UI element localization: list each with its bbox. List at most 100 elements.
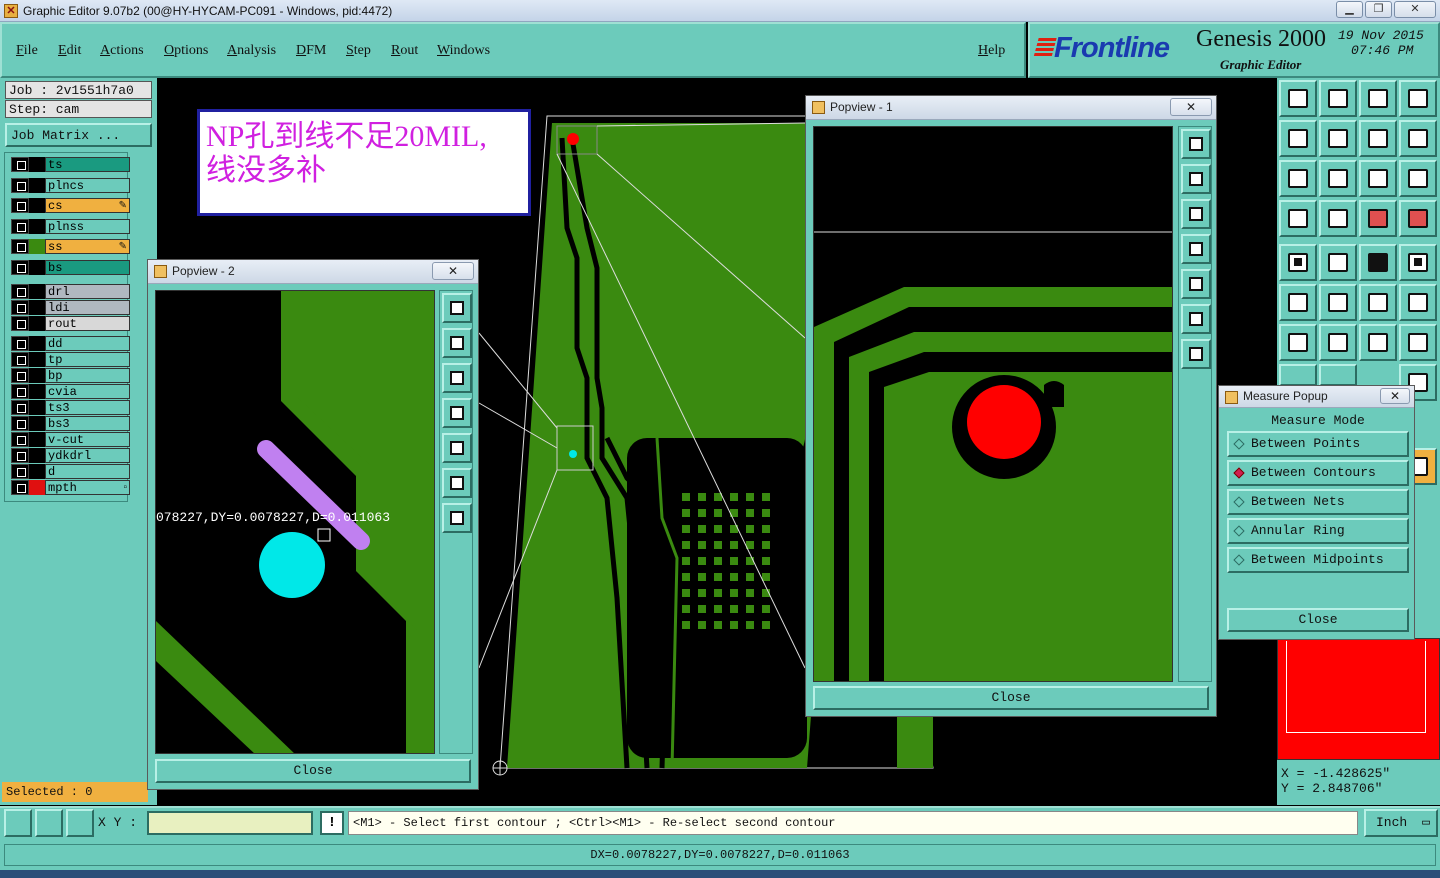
tool-circle-icon[interactable] (1399, 244, 1437, 281)
tool-pad-icon[interactable] (1279, 244, 1317, 281)
tool-scale-icon[interactable] (1359, 160, 1397, 197)
layer-row-bs3[interactable]: bs3 (11, 416, 130, 431)
layer-row-rout[interactable]: rout (11, 316, 130, 331)
pv2-pan-left-icon[interactable] (442, 398, 472, 428)
layer-color-swatch[interactable] (29, 384, 45, 399)
layer-color-swatch[interactable] (29, 448, 45, 463)
layer-row-ldi[interactable]: ldi (11, 300, 130, 315)
popview-1-canvas[interactable] (813, 126, 1173, 682)
layer-checkbox[interactable] (11, 239, 29, 254)
layer-color-swatch[interactable] (29, 218, 45, 234)
layer-color-swatch[interactable] (29, 464, 45, 479)
measure-option-between-nets[interactable]: Between Nets (1227, 489, 1409, 515)
popview-2-canvas[interactable]: 078227,DY=0.0078227,D=0.011063 (155, 290, 435, 754)
menu-edit[interactable]: Edit (58, 43, 81, 59)
layer-checkbox[interactable] (11, 464, 29, 479)
layer-color-swatch[interactable] (29, 316, 45, 331)
layer-checkbox[interactable] (11, 157, 29, 172)
status-tool-2-icon[interactable] (35, 809, 63, 837)
layer-row-d[interactable]: d (11, 464, 130, 479)
xy-input[interactable] (147, 811, 313, 835)
layer-color-swatch[interactable] (29, 177, 45, 193)
layer-color-swatch[interactable] (29, 259, 45, 275)
tool-swap-icon[interactable] (1399, 120, 1437, 157)
measure-option-between-midpoints[interactable]: Between Midpoints (1227, 547, 1409, 573)
layer-checkbox[interactable] (11, 480, 29, 495)
layer-row-plncs[interactable]: plncs (11, 177, 130, 193)
pv2-zoom-in-icon[interactable] (442, 468, 472, 498)
popview-2-close-x[interactable]: ✕ (432, 262, 474, 280)
maximize-button[interactable]: ❐ (1365, 1, 1392, 18)
layer-row-dd[interactable]: dd (11, 336, 130, 351)
layer-checkbox[interactable] (11, 368, 29, 383)
pv1-pan-right-icon[interactable] (1181, 269, 1211, 299)
measure-option-between-points[interactable]: Between Points (1227, 431, 1409, 457)
menu-dfm[interactable]: DFM (296, 43, 326, 59)
layer-checkbox[interactable] (11, 336, 29, 351)
tool-partial-2-icon[interactable] (1319, 364, 1357, 386)
tool-window-icon[interactable] (1279, 80, 1317, 117)
tool-line-icon[interactable] (1319, 324, 1357, 361)
layer-checkbox[interactable] (11, 432, 29, 447)
pv2-pan-up-icon[interactable] (442, 328, 472, 358)
layer-color-swatch[interactable] (29, 352, 45, 367)
tool-key-icon[interactable] (1319, 200, 1357, 237)
layer-row-cs[interactable]: cs ✎ (11, 198, 130, 213)
status-tool-3-icon[interactable] (66, 809, 94, 837)
pv2-pan-down-icon[interactable] (442, 363, 472, 393)
layer-checkbox[interactable] (11, 448, 29, 463)
tool-center-icon[interactable] (1319, 160, 1357, 197)
layer-row-cvia[interactable]: cvia (11, 384, 130, 399)
tool-mirror-icon[interactable] (1359, 120, 1397, 157)
pv2-pan-right-icon[interactable] (442, 433, 472, 463)
popview-2-close-button[interactable]: Close (155, 759, 471, 783)
status-tool-1-icon[interactable] (4, 809, 32, 837)
layer-checkbox[interactable] (11, 384, 29, 399)
menu-analysis[interactable]: Analysis (227, 43, 276, 59)
layer-row-ts[interactable]: ts (11, 157, 130, 172)
tool-help-icon[interactable] (1399, 160, 1437, 197)
layer-row-v-cut[interactable]: v-cut (11, 432, 130, 447)
pv1-pan-down-icon[interactable] (1181, 199, 1211, 229)
menu-actions[interactable]: Actions (100, 43, 144, 59)
tool-layout-icon[interactable] (1399, 80, 1437, 117)
pv2-zoom-out-icon[interactable] (442, 503, 472, 533)
tool-home-icon[interactable] (1359, 80, 1397, 117)
tool-edit-icon[interactable] (1319, 244, 1357, 281)
tool-net-icon[interactable] (1279, 284, 1317, 321)
tool-flip-icon[interactable] (1399, 324, 1437, 361)
tool-ruler-icon[interactable] (1359, 244, 1397, 281)
menu-step[interactable]: Step (346, 43, 371, 59)
menu-windows[interactable]: Windows (437, 43, 490, 59)
layer-row-mpth[interactable]: mpth ▫ (11, 480, 130, 495)
measure-option-annular-ring[interactable]: Annular Ring (1227, 518, 1409, 544)
layer-row-bp[interactable]: bp (11, 368, 130, 383)
measure-option-between-contours[interactable]: Between Contours (1227, 460, 1409, 486)
layer-color-swatch[interactable] (29, 300, 45, 315)
popview-1-close-button[interactable]: Close (813, 686, 1209, 710)
tool-layers-red-icon[interactable] (1359, 200, 1397, 237)
overview-map[interactable] (1277, 638, 1440, 760)
layer-checkbox[interactable] (11, 259, 29, 275)
minimize-button[interactable]: ▁ (1336, 1, 1363, 18)
layer-checkbox[interactable] (11, 416, 29, 431)
layer-checkbox[interactable] (11, 400, 29, 415)
close-window-button[interactable]: ✕ (1394, 1, 1436, 18)
menu-help[interactable]: Help (978, 43, 1005, 59)
layer-checkbox[interactable] (11, 300, 29, 315)
menu-file[interactable]: File (16, 43, 38, 59)
layer-color-swatch[interactable] (29, 336, 45, 351)
layer-row-plnss[interactable]: plnss (11, 218, 130, 234)
pv1-pan-left-icon[interactable] (1181, 234, 1211, 264)
layer-color-swatch[interactable] (29, 416, 45, 431)
alert-icon[interactable]: ! (320, 811, 344, 835)
pv1-pan-up-icon[interactable] (1181, 164, 1211, 194)
layer-color-swatch[interactable] (29, 284, 45, 299)
layer-color-swatch[interactable] (29, 198, 45, 213)
tool-connect-icon[interactable] (1359, 284, 1397, 321)
tool-layers-red2-icon[interactable] (1399, 200, 1437, 237)
units-selector[interactable]: Inch ▭ (1364, 809, 1438, 837)
layer-checkbox[interactable] (11, 316, 29, 331)
tool-settings-icon[interactable] (1279, 200, 1317, 237)
tool-angle-icon[interactable] (1279, 324, 1317, 361)
